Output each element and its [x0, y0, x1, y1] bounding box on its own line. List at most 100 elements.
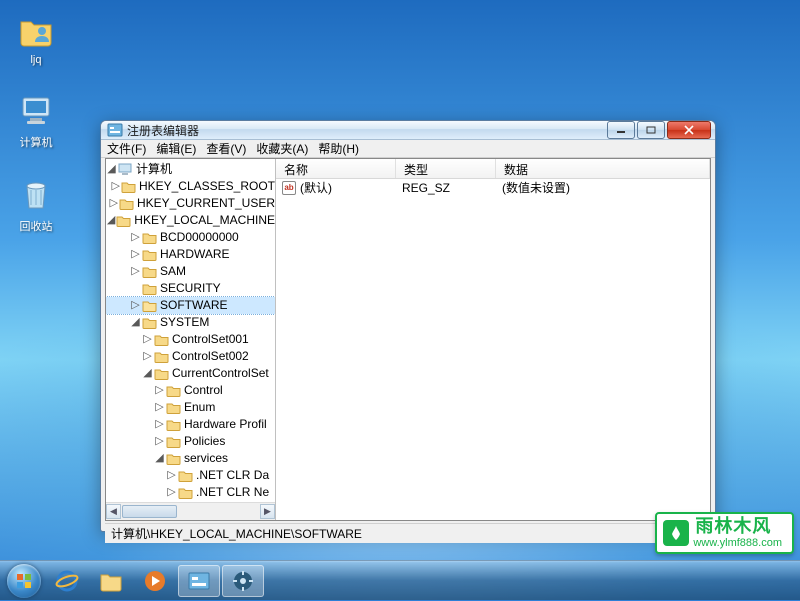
window-title: 注册表编辑器: [127, 122, 605, 139]
desktop-icon-computer[interactable]: 计算机: [8, 90, 64, 150]
watermark-logo-icon: [663, 520, 689, 546]
expand-icon[interactable]: ▷: [130, 297, 141, 314]
folder-icon: [166, 418, 181, 431]
media-player-icon: [143, 569, 167, 593]
column-type[interactable]: 类型: [396, 159, 496, 178]
tree-node[interactable]: SECURITY: [106, 280, 275, 297]
taskbar-regedit[interactable]: [178, 565, 220, 597]
desktop-icon-recyclebin[interactable]: 回收站: [8, 174, 64, 234]
watermark-brand: 雨林木风: [695, 517, 782, 537]
maximize-button[interactable]: [637, 121, 665, 139]
tree-label: Policies: [184, 433, 225, 450]
expand-icon[interactable]: ▷: [154, 416, 165, 433]
tree-node-system[interactable]: ◢ SYSTEM: [106, 314, 275, 331]
desktop-icon-label: ljq: [30, 54, 41, 66]
tree-label: SYSTEM: [160, 314, 209, 331]
tree-node[interactable]: ▷ SAM: [106, 263, 275, 280]
tree-node-services[interactable]: ◢services: [106, 450, 275, 467]
taskbar: [0, 560, 800, 600]
tree-node[interactable]: ▷ControlSet001: [106, 331, 275, 348]
tree-label: SOFTWARE: [160, 297, 228, 314]
tree-node[interactable]: ▷Control: [106, 382, 275, 399]
tree-node[interactable]: ▷ .NET CLR Ne: [106, 484, 275, 501]
taskbar-explorer[interactable]: [90, 565, 132, 597]
menubar: 文件(F) 编辑(E) 查看(V) 收藏夹(A) 帮助(H): [101, 140, 715, 158]
status-path: 计算机\HKEY_LOCAL_MACHINE\SOFTWARE: [111, 525, 362, 542]
recycle-bin-icon: [16, 174, 56, 214]
expand-icon[interactable]: ▷: [111, 178, 119, 195]
watermark-url: www.ylmf888.com: [693, 537, 782, 549]
expand-icon[interactable]: ▷: [142, 331, 153, 348]
menu-favorites[interactable]: 收藏夹(A): [256, 140, 308, 157]
regedit-icon: [187, 571, 211, 591]
tree-label: SAM: [160, 263, 186, 280]
value-row-default[interactable]: ab (默认) REG_SZ (数值未设置): [276, 179, 710, 196]
tree-node[interactable]: ▷ Enum: [106, 399, 275, 416]
tree-label: .NET CLR Ne: [196, 484, 269, 501]
collapse-icon[interactable]: ◢: [154, 450, 165, 467]
tree-node[interactable]: ▷ .NET CLR Da: [106, 467, 275, 484]
tree-node[interactable]: ▷HARDWARE: [106, 246, 275, 263]
titlebar[interactable]: 注册表编辑器: [101, 121, 715, 140]
folder-icon: [142, 248, 157, 261]
scroll-left-button[interactable]: ◀: [106, 504, 121, 519]
tree-node[interactable]: ▷Hardware Profil: [106, 416, 275, 433]
expand-icon[interactable]: ▷: [154, 399, 165, 416]
windows-logo-icon: [7, 564, 41, 598]
tree-node[interactable]: ▷ Policies: [106, 433, 275, 450]
taskbar-wmp[interactable]: [134, 565, 176, 597]
tree-node-software-selected[interactable]: ▷ SOFTWARE: [106, 297, 275, 314]
menu-view[interactable]: 查看(V): [206, 140, 246, 157]
expand-icon[interactable]: ▷: [142, 348, 153, 365]
column-data[interactable]: 数据: [496, 159, 710, 178]
ie-icon: [55, 569, 79, 593]
start-button[interactable]: [4, 561, 44, 601]
tree-node-computer[interactable]: ◢ 计算机: [106, 161, 275, 178]
expand-icon[interactable]: ▷: [166, 484, 177, 501]
expand-icon[interactable]: ▷: [154, 433, 165, 450]
scroll-right-button[interactable]: ▶: [260, 504, 275, 519]
folder-icon: [178, 469, 193, 482]
expand-icon[interactable]: ▷: [110, 195, 118, 212]
expand-icon[interactable]: ▷: [130, 229, 141, 246]
tree-node-ccs[interactable]: ◢CurrentControlSet: [106, 365, 275, 382]
tree-node[interactable]: ▷ControlSet002: [106, 348, 275, 365]
tree-pane[interactable]: ◢ 计算机 ▷ HKEY_CLASSES_ROOT ▷ HKEY_CURRENT_U…: [106, 159, 276, 520]
list-header: 名称 类型 数据: [276, 159, 710, 179]
scroll-thumb[interactable]: [122, 505, 177, 518]
taskbar-ie[interactable]: [46, 565, 88, 597]
collapse-icon[interactable]: ◢: [142, 365, 153, 382]
collapse-icon[interactable]: ◢: [130, 314, 141, 331]
menu-help[interactable]: 帮助(H): [318, 140, 359, 157]
menu-edit[interactable]: 编辑(E): [156, 140, 196, 157]
desktop-icon-user[interactable]: ljq: [8, 10, 64, 66]
value-data: (数值未设置): [502, 179, 570, 196]
tree-label: .NET CLR Da: [196, 467, 269, 484]
tree-node-hkcr[interactable]: ▷ HKEY_CLASSES_ROOT: [106, 178, 275, 195]
column-name[interactable]: 名称: [276, 159, 396, 178]
expand-icon[interactable]: ▷: [130, 263, 141, 280]
regedit-icon: [107, 122, 123, 138]
tree-horizontal-scrollbar[interactable]: ◀ ▶: [106, 502, 275, 520]
collapse-icon[interactable]: ◢: [107, 212, 115, 229]
taskbar-app2[interactable]: [222, 565, 264, 597]
desktop-icon-label: 计算机: [20, 137, 53, 149]
tree-node-hkcu[interactable]: ▷ HKEY_CURRENT_USER: [106, 195, 275, 212]
values-pane[interactable]: 名称 类型 数据 ab (默认) REG_SZ (数值未设置): [276, 159, 710, 520]
expand-icon[interactable]: ▷: [154, 382, 165, 399]
folder-icon: [99, 570, 123, 592]
string-value-icon: ab: [282, 181, 296, 195]
expand-icon[interactable]: ◢: [106, 161, 117, 178]
expand-icon[interactable]: ▷: [130, 246, 141, 263]
folder-icon: [119, 197, 134, 210]
tree-node[interactable]: ▷BCD00000000: [106, 229, 275, 246]
close-button[interactable]: [667, 121, 711, 139]
tree-label: HKEY_CURRENT_USER: [137, 195, 275, 212]
expand-icon[interactable]: ▷: [166, 467, 177, 484]
tree-node-hklm[interactable]: ◢HKEY_LOCAL_MACHINE: [106, 212, 275, 229]
menu-file[interactable]: 文件(F): [107, 140, 146, 157]
gear-icon: [231, 569, 255, 593]
tree-label: Enum: [184, 399, 215, 416]
minimize-button[interactable]: [607, 121, 635, 139]
tree-label: HKEY_CLASSES_ROOT: [139, 178, 275, 195]
